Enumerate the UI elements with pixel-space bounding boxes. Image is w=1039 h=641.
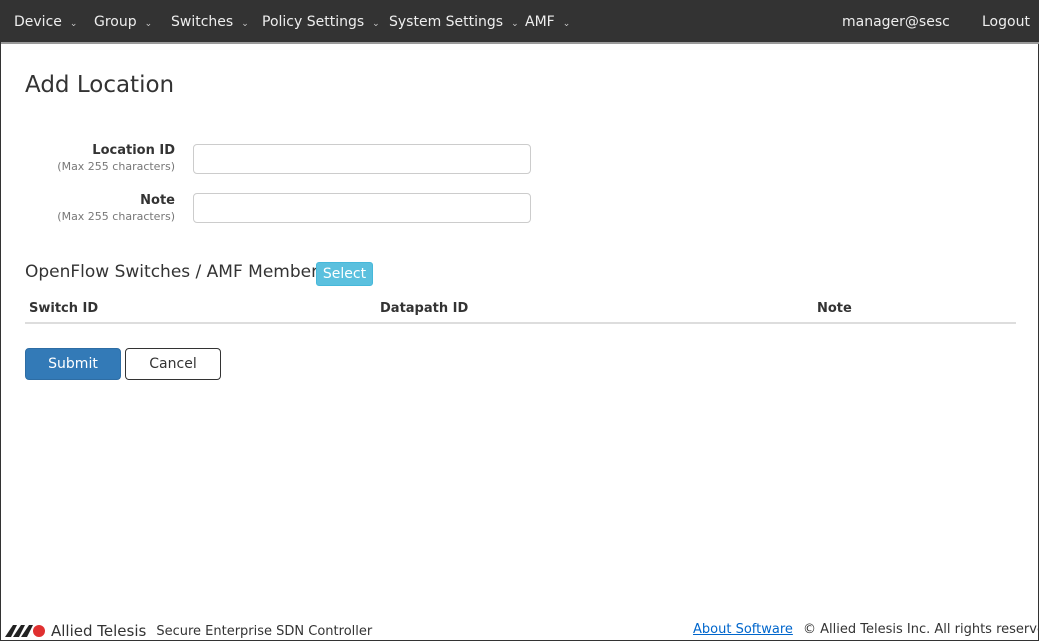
nav-system-settings[interactable]: System Settings ⌄ xyxy=(389,14,519,30)
footer-brand: Allied Telesis Secure Enterprise SDN Con… xyxy=(5,622,372,640)
nav-label: Device xyxy=(14,14,62,30)
top-navbar: Device ⌄ Group ⌄ Switches ⌄ Policy Settings… xyxy=(1,1,1039,44)
product-name: Secure Enterprise SDN Controller xyxy=(156,623,373,639)
nav-label: System Settings xyxy=(389,14,504,30)
label-text: Location ID xyxy=(92,143,175,158)
chevron-down-icon: ⌄ xyxy=(372,19,380,29)
table-header-divider xyxy=(25,322,1016,324)
location-id-input[interactable] xyxy=(193,144,531,174)
nav-label: Policy Settings xyxy=(262,14,365,30)
nav-label: Switches xyxy=(171,14,234,30)
chevron-down-icon: ⌄ xyxy=(241,19,249,29)
hint-text: (Max 255 characters) xyxy=(57,210,175,223)
section-title: OpenFlow Switches / AMF Members xyxy=(25,262,327,282)
nav-group[interactable]: Group ⌄ xyxy=(94,14,152,30)
logout-link[interactable]: Logout xyxy=(982,14,1030,30)
allied-telesis-logo-icon xyxy=(5,625,45,637)
nav-device[interactable]: Device ⌄ xyxy=(14,14,77,30)
footer-right: About Software © Allied Telesis Inc. All… xyxy=(693,622,1039,637)
submit-button[interactable]: Submit xyxy=(25,348,121,380)
brand-name: Allied Telesis xyxy=(51,622,147,640)
chevron-down-icon: ⌄ xyxy=(562,19,571,29)
location-id-label: Location ID (Max 255 characters) xyxy=(57,143,175,173)
note-label: Note (Max 255 characters) xyxy=(57,193,175,223)
nav-switches[interactable]: Switches ⌄ xyxy=(171,14,249,30)
nav-label: AMF xyxy=(525,14,555,30)
select-button[interactable]: Select xyxy=(316,262,373,286)
page-title: Add Location xyxy=(25,72,175,98)
nav-amf[interactable]: AMF ⌄ xyxy=(525,14,570,30)
about-software-link[interactable]: About Software xyxy=(693,622,793,637)
note-input[interactable] xyxy=(193,193,531,223)
copyright-text: © Allied Telesis Inc. All rights reserve… xyxy=(803,622,1039,637)
chevron-down-icon: ⌄ xyxy=(69,19,78,29)
column-switch-id[interactable]: Switch ID xyxy=(29,301,98,316)
nav-label: Group xyxy=(94,14,137,30)
cancel-button[interactable]: Cancel xyxy=(125,348,221,380)
hint-text: (Max 255 characters) xyxy=(57,160,175,173)
user-menu[interactable]: manager@sesc xyxy=(842,14,950,30)
nav-policy-settings[interactable]: Policy Settings ⌄ xyxy=(262,14,380,30)
chevron-down-icon: ⌄ xyxy=(144,19,153,29)
label-text: Note xyxy=(140,193,175,208)
column-note[interactable]: Note xyxy=(817,301,852,316)
column-datapath-id[interactable]: Datapath ID xyxy=(380,301,468,316)
chevron-down-icon: ⌄ xyxy=(511,19,519,29)
